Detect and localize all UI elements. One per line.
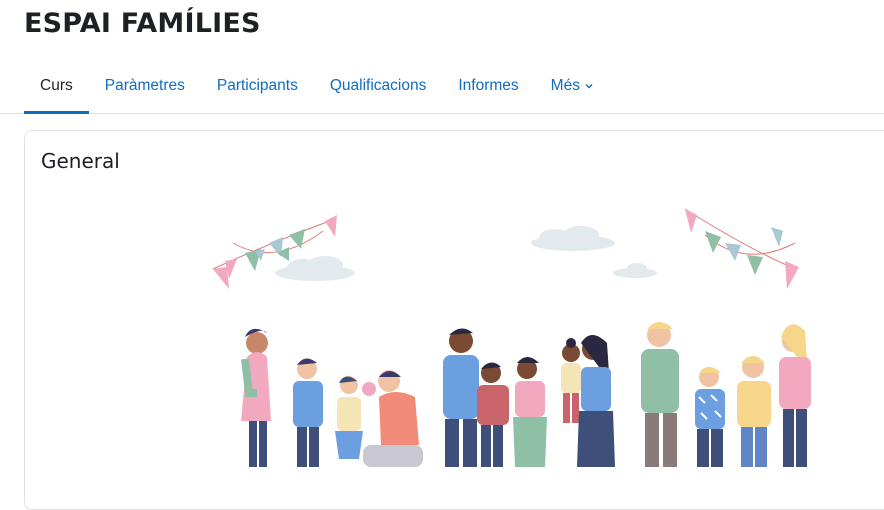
tab-label: Qualificacions: [329, 76, 427, 94]
section-card: General: [24, 130, 884, 510]
tab-grades[interactable]: Qualificacions: [314, 58, 443, 113]
clouds: [275, 226, 657, 281]
bunting-right: [684, 208, 799, 289]
tab-label: Participants: [216, 76, 298, 94]
tab-label: Més: [550, 76, 580, 94]
page-title: ESPAI FAMÍLIES: [24, 8, 261, 39]
tab-more[interactable]: Més: [535, 58, 610, 113]
families-illustration: [212, 208, 811, 467]
chevron-down-icon: [585, 83, 593, 88]
tab-participants[interactable]: Participants: [201, 58, 314, 113]
tab-label: Paràmetres: [104, 76, 185, 94]
secondary-navigation: Curs Paràmetres Participants Qualificaci…: [0, 58, 884, 114]
tab-reports[interactable]: Informes: [442, 58, 534, 113]
nav-tabs: Curs Paràmetres Participants Qualificaci…: [0, 58, 884, 114]
tab-course[interactable]: Curs: [24, 58, 89, 114]
section-title[interactable]: General: [41, 149, 120, 173]
family-group-3: [641, 322, 811, 467]
family-group-1: [241, 328, 423, 467]
tab-label: Curs: [40, 76, 73, 94]
tab-label: Informes: [458, 76, 519, 94]
family-group-2: [443, 328, 615, 467]
tab-settings[interactable]: Paràmetres: [89, 58, 201, 113]
